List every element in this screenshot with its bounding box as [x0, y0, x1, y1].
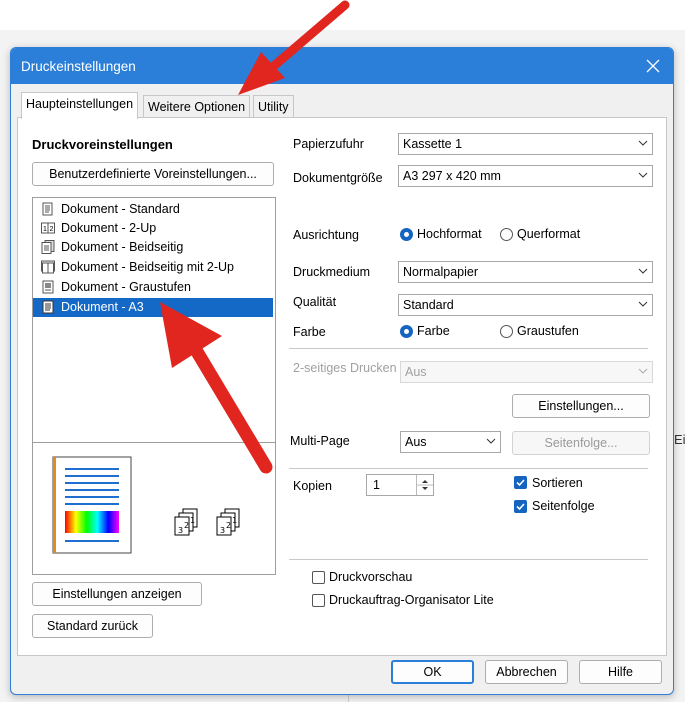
tab-haupteinstellungen[interactable]: Haupteinstellungen — [21, 92, 139, 119]
arrow-to-tab-icon — [238, 0, 350, 95]
arrow-to-preset-icon — [160, 302, 273, 474]
